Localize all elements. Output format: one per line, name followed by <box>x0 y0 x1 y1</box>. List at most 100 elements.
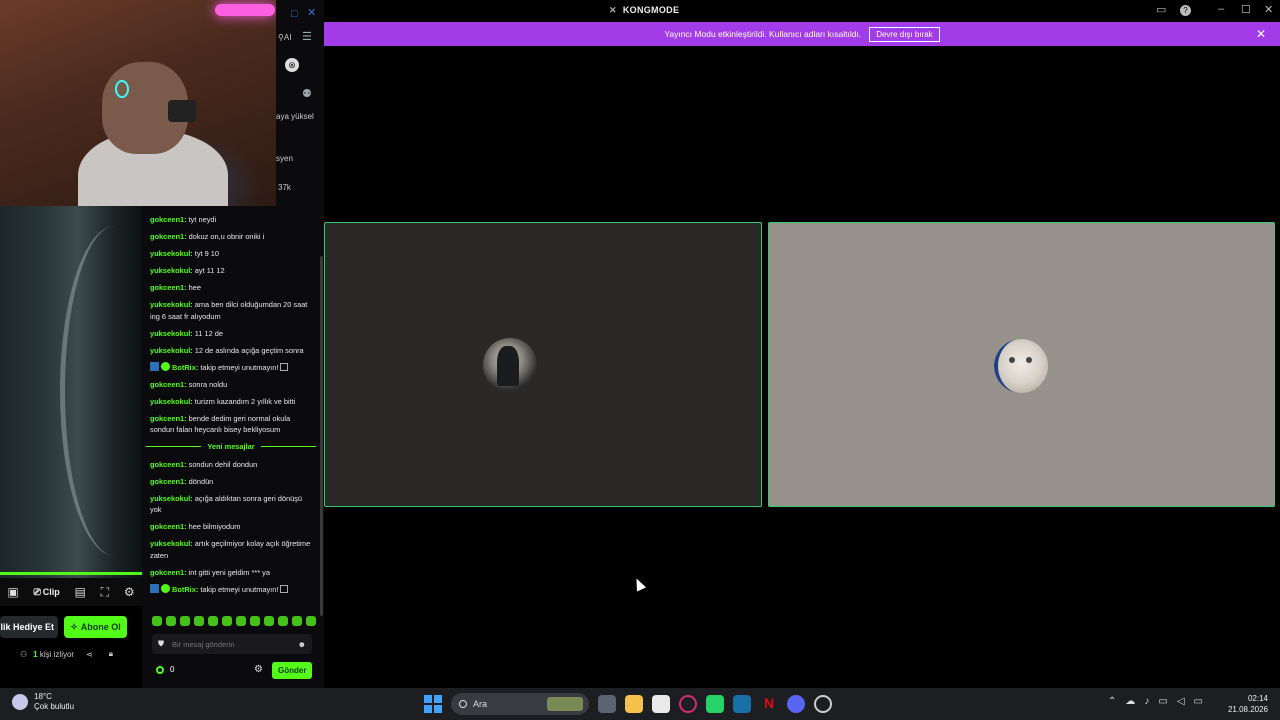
chat-username[interactable]: yuksekokul <box>150 249 190 258</box>
weather-widget[interactable]: 18°C Çok bulutlu <box>12 692 74 712</box>
chat-username[interactable]: yuksekokul <box>150 397 190 406</box>
banner-text: Yayıncı Modu etkinleştirildi. Kullanıcı … <box>664 29 862 39</box>
chat-username[interactable]: gokceen1 <box>150 215 184 224</box>
channel-points[interactable]: 0 <box>156 665 174 674</box>
chat-username[interactable]: BotRix <box>172 585 196 594</box>
chat-username[interactable]: gokceen1 <box>150 232 184 241</box>
action-row: ellik Hediye Et ✧Abone Ol <box>0 612 142 640</box>
chat-message: yuksekokul: 12 de aslında açığa geçtim s… <box>150 345 304 355</box>
steam-icon[interactable] <box>733 695 751 713</box>
gift-sub-button[interactable]: ellik Hediye Et <box>0 616 58 638</box>
chat-message: gokceen1: bende dedim geri normal okula … <box>150 413 291 435</box>
emote-icon[interactable] <box>264 616 274 626</box>
discord-icon[interactable] <box>787 695 805 713</box>
emote-icon[interactable] <box>208 616 218 626</box>
chat-username[interactable]: yuksekokul <box>150 329 190 338</box>
chat-settings-icon[interactable]: ⚙ <box>254 664 263 675</box>
chat-username[interactable]: gokceen1 <box>150 477 184 486</box>
taskbar-search[interactable]: Ara <box>451 693 589 715</box>
help-icon[interactable]: ? <box>1180 5 1191 16</box>
netflix-icon[interactable]: N <box>760 695 778 713</box>
emote-icon[interactable] <box>166 616 176 626</box>
video-progress-bar[interactable] <box>0 572 142 575</box>
clock[interactable]: 02:14 21.08.2026 <box>1222 693 1268 715</box>
chat-text: 11 12 de <box>194 328 224 338</box>
chat-username[interactable]: yuksekokul <box>150 539 190 548</box>
emoji-icon[interactable]: ☻ <box>298 640 306 649</box>
chat-text: takip etmeyi unutmayın! <box>200 362 279 372</box>
task-view-icon[interactable] <box>598 695 616 713</box>
emote-icon[interactable] <box>180 616 190 626</box>
maximize-icon[interactable]: ☐ <box>1241 3 1251 16</box>
chat-scrollbar[interactable] <box>320 256 323 616</box>
emote-icon[interactable] <box>222 616 232 626</box>
chat-text: sonra noldu <box>188 379 228 389</box>
chat-message: yuksekokul: tyt 9 10 <box>150 249 220 258</box>
screenshot-icon[interactable]: ▭ <box>1156 3 1166 16</box>
cup <box>168 100 196 122</box>
chat-message: yuksekokul: açığa aldıktan sonra geri dö… <box>150 493 303 515</box>
chat-username[interactable]: gokceen1 <box>150 568 184 577</box>
windows-start-icon[interactable] <box>424 695 442 713</box>
emote-icon[interactable] <box>236 616 246 626</box>
volume-icon[interactable]: ◁ <box>1177 696 1185 707</box>
chat-username[interactable]: gokceen1 <box>150 414 184 423</box>
profile-icon[interactable]: ⊗ <box>285 58 299 72</box>
microphone-icon[interactable]: ♪ <box>1144 696 1149 707</box>
stream-video[interactable] <box>0 206 142 578</box>
chat-message: BotRix: takip etmeyi unutmayın! <box>150 583 314 596</box>
chat-username[interactable]: yuksekokul <box>150 300 190 309</box>
chat-message-field[interactable] <box>170 638 292 650</box>
file-explorer-icon[interactable] <box>625 695 643 713</box>
emote-icon[interactable] <box>194 616 204 626</box>
emote-icon[interactable] <box>292 616 302 626</box>
emote-icon[interactable] <box>152 616 162 626</box>
fullscreen-icon[interactable]: ⛶ <box>101 585 109 600</box>
banner-close-icon[interactable]: ✕ <box>1256 27 1266 41</box>
cloud-icon[interactable]: ☁ <box>1125 696 1135 707</box>
disable-streamer-mode-button[interactable]: Devre dışı bırak <box>869 26 940 42</box>
emote-icon[interactable] <box>278 616 288 626</box>
tray-expand-icon[interactable]: ⌃ <box>1108 696 1116 707</box>
chat-username[interactable]: yuksekokul <box>150 346 190 355</box>
store-icon[interactable] <box>652 695 670 713</box>
ai-label[interactable]: ⚲AI <box>278 33 291 42</box>
participant-tile-1[interactable] <box>324 222 762 507</box>
app-icon[interactable] <box>814 695 832 713</box>
captions-icon[interactable]: ▤ <box>75 585 86 599</box>
opera-icon[interactable] <box>679 695 697 713</box>
whatsapp-icon[interactable] <box>706 695 724 713</box>
taskbar-apps: Ara N <box>424 693 832 715</box>
people-icon[interactable]: ⚉ <box>302 89 312 100</box>
lock-icon[interactable]: 🔒︎ <box>109 649 113 659</box>
network-icon[interactable]: ▭ <box>1158 696 1167 707</box>
chat-username[interactable]: gokceen1 <box>150 522 184 531</box>
send-button[interactable]: Gönder <box>272 662 312 679</box>
menu-icon[interactable]: ☰ <box>302 32 312 43</box>
chat-username[interactable]: BotRix <box>172 363 196 372</box>
emote-icon[interactable] <box>250 616 260 626</box>
chat-username[interactable]: yuksekokul <box>150 266 190 275</box>
clip-icon: ⎚ <box>33 586 41 597</box>
battery-icon[interactable]: ▭ <box>1194 696 1203 707</box>
gear-icon[interactable]: ⚙ <box>124 585 135 599</box>
minimize-icon[interactable]: – <box>1218 3 1224 15</box>
weather-icon <box>12 694 28 710</box>
shield-icon: ⛊ <box>158 639 164 648</box>
system-tray: ⌃ ☁ ♪ ▭ ◁ ▭ <box>1108 696 1203 707</box>
chat-username[interactable]: gokceen1 <box>150 283 184 292</box>
chat-username[interactable]: gokceen1 <box>150 380 184 389</box>
participant-tile-2[interactable] <box>768 222 1275 507</box>
chat-username[interactable]: gokceen1 <box>150 460 184 469</box>
chat-text: turizm kazandım 2 yıllık ve bitti <box>194 396 296 406</box>
clip-button[interactable]: ⎚ Clip <box>34 587 60 598</box>
theater-icon[interactable]: ▣ <box>7 585 18 599</box>
emote-icon[interactable] <box>306 616 316 626</box>
close-icon[interactable]: ✕ <box>307 8 316 19</box>
share-icon[interactable]: ⋖ <box>86 650 93 659</box>
chat-username[interactable]: yuksekokul <box>150 494 190 503</box>
subscribe-button[interactable]: ✧ Abone Ol <box>64 616 127 638</box>
window-close-icon[interactable]: ✕ <box>1264 3 1273 16</box>
popout-icon[interactable]: □ <box>291 9 298 20</box>
chat-input[interactable]: ⛊ ☻ <box>152 634 312 654</box>
